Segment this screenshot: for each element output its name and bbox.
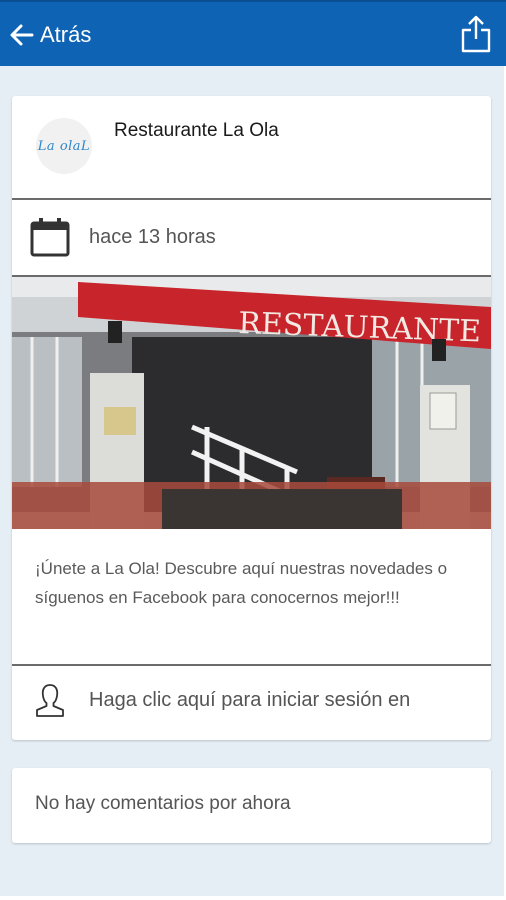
post-image[interactable]: RESTAURANTE [12,277,491,529]
avatar-logo: La olaL [37,138,91,154]
calendar-icon [30,218,70,257]
arrow-left-icon [10,24,34,46]
user-icon [36,684,64,717]
author-name: Restaurante La Ola [114,120,279,141]
login-prompt-text: Haga clic aquí para iniciar sesión en [89,689,411,711]
restaurant-photo: RESTAURANTE [12,277,491,529]
post-author-row[interactable]: La olaL Restaurante La Ola [12,96,491,199]
post-date: hace 13 horas [89,226,216,248]
avatar: La olaL [36,118,92,174]
share-icon[interactable] [460,14,492,54]
no-comments-text: No hay comentarios por ahora [35,793,291,814]
back-label: Atrás [40,22,92,47]
top-app-bar: Atrás [0,0,506,66]
post-card: La olaL Restaurante La Ola hace 13 horas [12,96,491,740]
login-prompt-row[interactable]: Haga clic aquí para iniciar sesión en [12,666,491,740]
back-button[interactable]: Atrás [8,16,91,54]
post-date-row: hace 13 horas [12,200,491,276]
feed-area: La olaL Restaurante La Ola hace 13 horas [0,66,504,896]
post-text: ¡Únete a La Ola! Descubre aquí nuestras … [35,559,448,607]
comments-card: No hay comentarios por ahora [12,768,491,843]
